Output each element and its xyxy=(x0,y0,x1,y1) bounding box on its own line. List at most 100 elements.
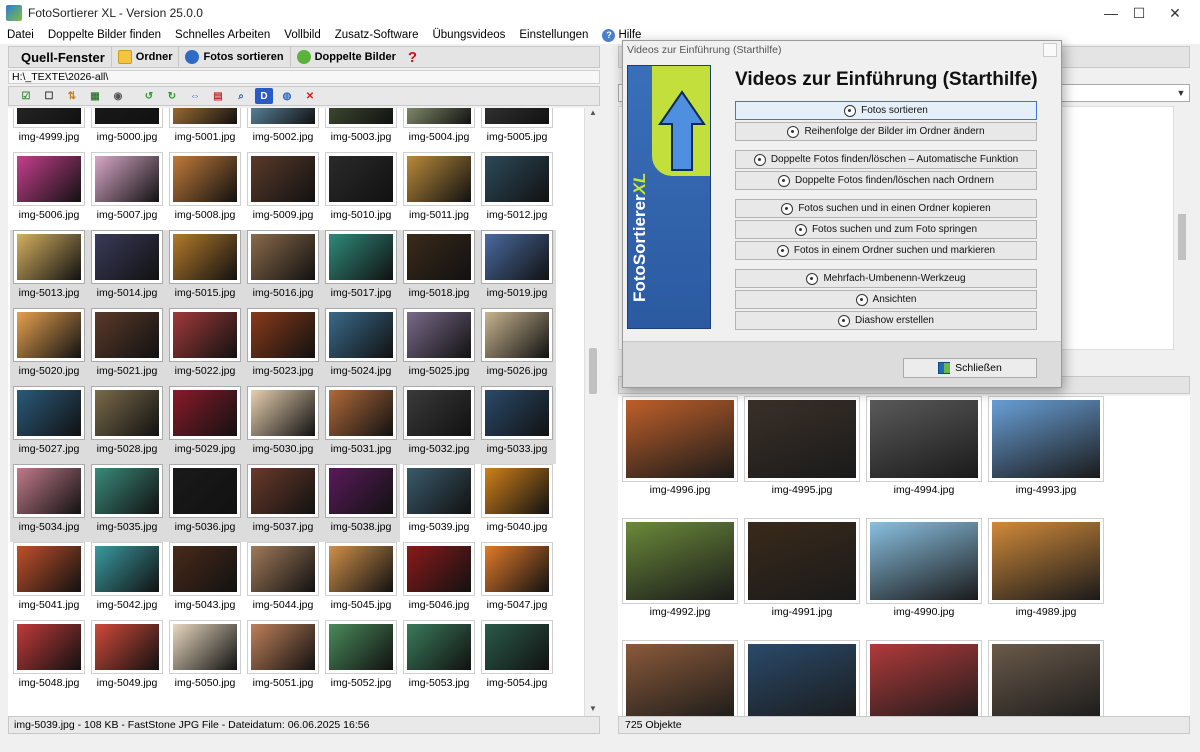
thumbnail-item[interactable]: img-5027.jpg xyxy=(10,386,88,464)
target-thumbnail-item[interactable]: img-4987.jpg xyxy=(744,640,862,716)
target-thumbnail-item[interactable]: img-4990.jpg xyxy=(866,518,984,636)
sort-photos-button[interactable]: Fotos sortieren xyxy=(178,47,289,67)
thumbnail-item[interactable]: img-5032.jpg xyxy=(400,386,478,464)
thumbnail-item[interactable]: img-5045.jpg xyxy=(322,542,400,620)
duplicates-button[interactable]: Doppelte Bilder xyxy=(289,47,402,67)
target-thumbnail-item[interactable]: img-4992.jpg xyxy=(622,518,740,636)
thumbnail-item[interactable]: img-5050.jpg xyxy=(166,620,244,698)
thumbnail-item[interactable]: img-5042.jpg xyxy=(88,542,166,620)
thumbnail-item[interactable]: img-5017.jpg xyxy=(322,230,400,308)
thumbnail-item[interactable]: img-5036.jpg xyxy=(166,464,244,542)
video-suchen-kopieren-button[interactable]: Fotos suchen und in einen Ordner kopiere… xyxy=(735,199,1037,218)
thumbnail-item[interactable]: img-5010.jpg xyxy=(322,152,400,230)
thumbnail-item[interactable]: img-5018.jpg xyxy=(400,230,478,308)
globe-icon[interactable]: ◍ xyxy=(278,88,296,104)
thumbnail-item[interactable]: img-5021.jpg xyxy=(88,308,166,386)
d-button-icon[interactable]: D xyxy=(255,88,273,104)
target-tree-scrollbar[interactable] xyxy=(1174,106,1190,350)
video-diashow-button[interactable]: Diashow erstellen xyxy=(735,311,1037,330)
video-fotos-sortieren-button[interactable]: Fotos sortieren xyxy=(735,101,1037,120)
thumbnail-item[interactable]: img-5033.jpg xyxy=(478,386,556,464)
scroll-down-icon[interactable]: ▼ xyxy=(585,704,601,716)
thumbnail-item[interactable]: img-5028.jpg xyxy=(88,386,166,464)
thumbnail-item[interactable]: img-5026.jpg xyxy=(478,308,556,386)
video-suchen-springen-button[interactable]: Fotos suchen und zum Foto springen xyxy=(735,220,1037,239)
scroll-up-icon[interactable]: ▲ xyxy=(585,108,601,120)
thumbnail-item[interactable]: img-5051.jpg xyxy=(244,620,322,698)
thumbnail-item[interactable]: img-5054.jpg xyxy=(478,620,556,698)
video-doppelte-auto-button[interactable]: Doppelte Fotos finden/löschen – Automati… xyxy=(735,150,1037,169)
thumbnail-item[interactable]: img-5052.jpg xyxy=(322,620,400,698)
thumbnail-item[interactable]: img-5043.jpg xyxy=(166,542,244,620)
thumbnail-item[interactable]: img-5047.jpg xyxy=(478,542,556,620)
thumbnail-item[interactable]: img-4999.jpg xyxy=(10,108,88,152)
rotate-left-icon[interactable]: ↺ xyxy=(140,88,158,104)
folder-button[interactable]: Ordner xyxy=(110,47,179,67)
target-thumbnail-item[interactable]: img-4995.jpg xyxy=(744,396,862,514)
thumbnail-item[interactable]: img-5041.jpg xyxy=(10,542,88,620)
target-thumbnail-item[interactable]: img-4985.jpg xyxy=(988,640,1106,716)
thumbnail-item[interactable]: img-5012.jpg xyxy=(478,152,556,230)
menu-einstellungen[interactable]: Einstellungen xyxy=(512,29,595,41)
menu-schnelles-arbeiten[interactable]: Schnelles Arbeiten xyxy=(168,29,277,41)
target-thumbnail-item[interactable]: img-4991.jpg xyxy=(744,518,862,636)
checkbox-empty-icon[interactable]: ☐ xyxy=(40,88,58,104)
resize-icon[interactable]: ⇔ xyxy=(186,88,204,104)
thumbnail-item[interactable]: img-5030.jpg xyxy=(244,386,322,464)
sort-icon[interactable]: ⇅ xyxy=(63,88,81,104)
thumbnail-item[interactable]: img-5044.jpg xyxy=(244,542,322,620)
target-thumbnail-item[interactable]: img-4996.jpg xyxy=(622,396,740,514)
search-icon[interactable]: ⌕ xyxy=(232,88,250,104)
thumbnail-item[interactable]: img-5024.jpg xyxy=(322,308,400,386)
dialog-close-icon[interactable] xyxy=(1043,43,1057,57)
video-suchen-markieren-button[interactable]: Fotos in einem Ordner suchen und markier… xyxy=(735,241,1037,260)
grid-view-icon[interactable]: ▦ xyxy=(86,88,104,104)
thumbnail-item[interactable]: img-5009.jpg xyxy=(244,152,322,230)
video-doppelte-ordner-button[interactable]: Doppelte Fotos finden/löschen nach Ordne… xyxy=(735,171,1037,190)
target-thumbnail-item[interactable]: img-4994.jpg xyxy=(866,396,984,514)
target-thumbnail-item[interactable]: img-4989.jpg xyxy=(988,518,1106,636)
thumbnail-item[interactable]: img-5020.jpg xyxy=(10,308,88,386)
thumbnail-item[interactable]: img-5049.jpg xyxy=(88,620,166,698)
thumbnail-item[interactable]: img-5046.jpg xyxy=(400,542,478,620)
thumbnail-item[interactable]: img-5001.jpg xyxy=(166,108,244,152)
target-thumbnail-item[interactable]: img-4986.jpg xyxy=(866,640,984,716)
thumbnail-item[interactable]: img-5031.jpg xyxy=(322,386,400,464)
scroll-thumb[interactable] xyxy=(589,348,597,394)
source-scrollbar[interactable]: ▲ ▼ xyxy=(584,108,600,716)
menu-uebungsvideos[interactable]: Übungsvideos xyxy=(425,29,512,41)
close-window-button[interactable]: ✕ xyxy=(1152,0,1198,26)
chevron-down-icon[interactable]: ▼ xyxy=(1173,85,1189,101)
thumbnail-item[interactable]: img-5004.jpg xyxy=(400,108,478,152)
thumbnail-item[interactable]: img-5022.jpg xyxy=(166,308,244,386)
video-umbenennen-button[interactable]: Mehrfach-Umbenenn-Werkzeug xyxy=(735,269,1037,288)
menu-vollbild[interactable]: Vollbild xyxy=(277,29,327,41)
thumbnail-item[interactable]: img-5037.jpg xyxy=(244,464,322,542)
menu-datei[interactable]: Datei xyxy=(0,29,41,41)
thumbnail-item[interactable]: img-5007.jpg xyxy=(88,152,166,230)
thumbnail-item[interactable]: img-5005.jpg xyxy=(478,108,556,152)
checkbox-checked-icon[interactable]: ☑ xyxy=(17,88,35,104)
thumbnail-item[interactable]: img-5038.jpg xyxy=(322,464,400,542)
document-icon[interactable]: ▤ xyxy=(209,88,227,104)
rotate-right-icon[interactable]: ↻ xyxy=(163,88,181,104)
dialog-close-button[interactable]: Schließen xyxy=(903,358,1037,378)
thumbnail-item[interactable]: img-5040.jpg xyxy=(478,464,556,542)
scroll-thumb[interactable] xyxy=(1178,214,1186,260)
thumbnail-item[interactable]: img-5006.jpg xyxy=(10,152,88,230)
sound-icon[interactable]: ◉ xyxy=(109,88,127,104)
thumbnail-item[interactable]: img-5029.jpg xyxy=(166,386,244,464)
help-question-icon[interactable]: ? xyxy=(402,49,423,66)
thumbnail-item[interactable]: img-5023.jpg xyxy=(244,308,322,386)
video-ansichten-button[interactable]: Ansichten xyxy=(735,290,1037,309)
thumbnail-item[interactable]: img-5003.jpg xyxy=(322,108,400,152)
target-thumbnail-item[interactable]: img-4993.jpg xyxy=(988,396,1106,514)
thumbnail-item[interactable]: img-5025.jpg xyxy=(400,308,478,386)
thumbnail-item[interactable]: img-5011.jpg xyxy=(400,152,478,230)
thumbnail-item[interactable]: img-5035.jpg xyxy=(88,464,166,542)
thumbnail-item[interactable]: img-5019.jpg xyxy=(478,230,556,308)
target-thumbnail-item[interactable]: img-4988.jpg xyxy=(622,640,740,716)
thumbnail-item[interactable]: img-5002.jpg xyxy=(244,108,322,152)
thumbnail-item[interactable]: img-5034.jpg xyxy=(10,464,88,542)
thumbnail-item[interactable]: img-5013.jpg xyxy=(10,230,88,308)
